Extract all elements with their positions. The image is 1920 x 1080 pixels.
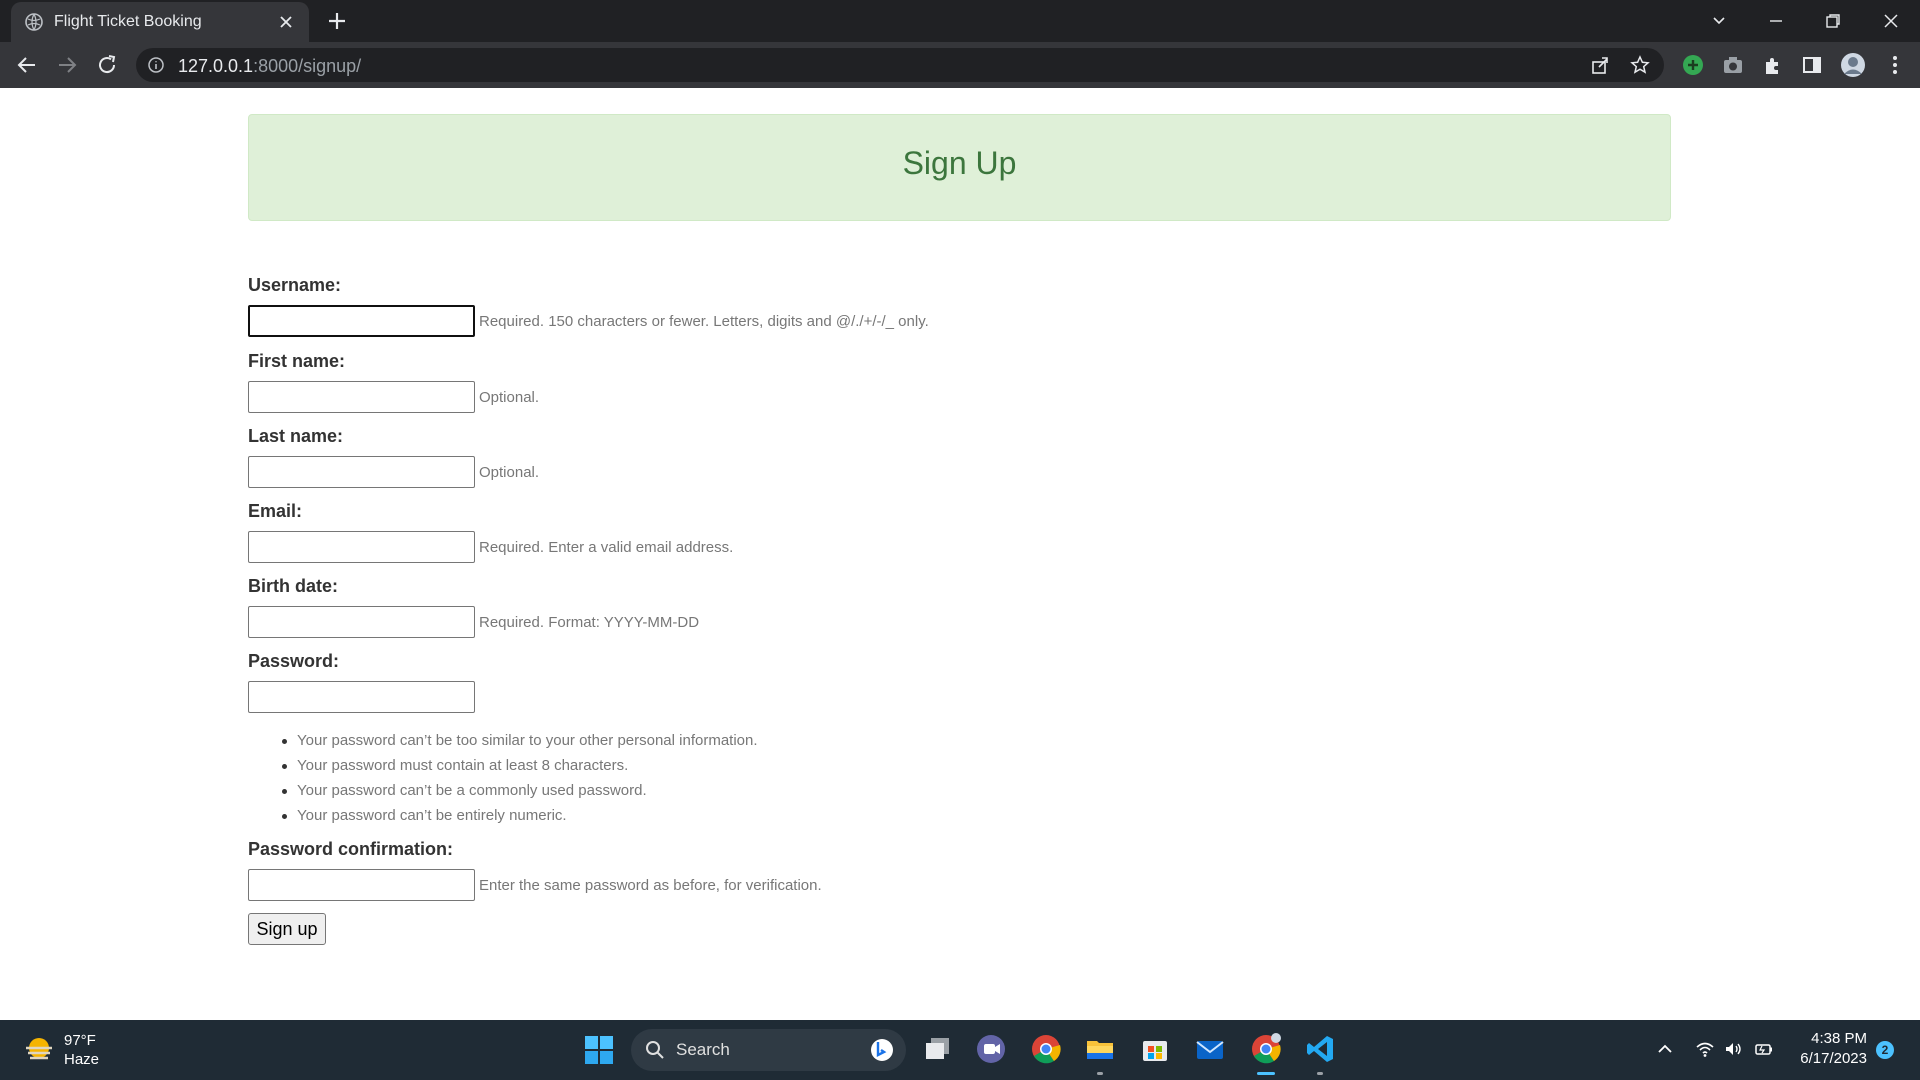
running-indicator — [1097, 1072, 1103, 1075]
password-confirmation-input[interactable] — [248, 869, 475, 901]
first-name-help: Optional. — [479, 389, 540, 406]
close-tab-icon[interactable] — [278, 14, 294, 30]
url-host: 127.0.0.1 — [178, 56, 254, 76]
running-indicator — [1317, 1072, 1323, 1075]
tab-title: Flight Ticket Booking — [54, 13, 202, 30]
site-info-icon[interactable] — [148, 57, 164, 73]
new-tab-icon[interactable] — [326, 10, 348, 32]
password-rule: Your password must contain at least 8 ch… — [272, 753, 758, 778]
close-window-icon[interactable] — [1880, 10, 1902, 32]
clock-date[interactable]: 6/17/2023 — [1795, 1050, 1867, 1067]
volume-icon[interactable] — [1723, 1039, 1743, 1059]
share-icon[interactable] — [1590, 55, 1610, 75]
first-name-input[interactable] — [248, 381, 475, 413]
url-text[interactable]: 127.0.0.1:8000/signup/ — [178, 56, 361, 77]
search-label: Search — [676, 1040, 730, 1059]
minimize-icon[interactable] — [1765, 10, 1787, 32]
password-rules-list: Your password can’t be too similar to yo… — [272, 728, 758, 828]
clock-time[interactable]: 4:38 PM — [1795, 1030, 1867, 1047]
username-label: Username: — [248, 275, 342, 295]
address-bar[interactable]: 127.0.0.1:8000/signup/ — [136, 48, 1664, 82]
browser-toolbar: 127.0.0.1:8000/signup/ — [0, 42, 1920, 88]
taskbar-search[interactable]: Search — [631, 1029, 906, 1071]
active-app-indicator — [1257, 1072, 1275, 1075]
windows-taskbar: 97°F Haze Search 4:38 PM 6/17/2023 2 — [0, 1020, 1920, 1080]
weather-haze-icon[interactable] — [22, 1033, 56, 1067]
windows-start-icon[interactable] — [585, 1036, 613, 1064]
password-confirmation-help: Enter the same password as before, for v… — [479, 877, 822, 894]
camera-icon[interactable] — [1722, 54, 1744, 76]
email-label: Email: — [248, 501, 303, 521]
password-input[interactable] — [248, 681, 475, 713]
last-name-input[interactable] — [248, 456, 475, 488]
extensions-puzzle-icon[interactable] — [1762, 54, 1784, 76]
reload-icon[interactable] — [95, 53, 119, 77]
back-icon[interactable] — [15, 53, 39, 77]
web-page: Sign Up Username: Required. 150 characte… — [0, 88, 1920, 1020]
browser-tab[interactable]: Flight Ticket Booking — [11, 2, 309, 42]
menu-kebab-icon[interactable] — [1884, 54, 1906, 76]
file-explorer-icon[interactable] — [1084, 1033, 1116, 1065]
chevron-up-icon[interactable] — [1655, 1039, 1675, 1059]
username-help: Required. 150 characters or fewer. Lette… — [479, 313, 929, 330]
side-panel-icon[interactable] — [1801, 54, 1823, 76]
extension-green-plus-icon[interactable] — [1682, 54, 1704, 76]
birth-date-help: Required. Format: YYYY-MM-DD — [479, 614, 700, 631]
birth-date-input[interactable] — [248, 606, 475, 638]
teams-chat-icon[interactable] — [975, 1033, 1007, 1065]
birth-date-label: Birth date: — [248, 576, 338, 596]
last-name-help: Optional. — [479, 464, 540, 481]
browser-tab-strip: Flight Ticket Booking — [0, 0, 1920, 42]
search-icon — [646, 1041, 664, 1059]
wifi-icon[interactable] — [1695, 1039, 1715, 1059]
page-title: Sign Up — [902, 145, 1017, 181]
email-help: Required. Enter a valid email address. — [479, 539, 734, 556]
email-input[interactable] — [248, 531, 475, 563]
first-name-label: First name: — [248, 351, 346, 371]
sign-up-button[interactable]: Sign up — [248, 913, 326, 945]
last-name-label: Last name: — [248, 426, 344, 446]
url-path: :8000/signup/ — [253, 56, 362, 76]
mail-icon[interactable] — [1194, 1033, 1226, 1065]
chrome-active-icon[interactable] — [1250, 1033, 1282, 1065]
microsoft-store-icon[interactable] — [1139, 1033, 1171, 1065]
weather-temperature: 97°F — [64, 1032, 96, 1049]
forward-icon[interactable] — [55, 53, 79, 77]
task-view-icon[interactable] — [922, 1033, 954, 1065]
vscode-icon[interactable] — [1304, 1033, 1336, 1065]
username-input[interactable] — [248, 305, 475, 337]
bing-icon[interactable] — [870, 1038, 894, 1062]
password-rule: Your password can’t be a commonly used p… — [272, 778, 758, 803]
password-label: Password: — [248, 651, 340, 671]
restore-icon[interactable] — [1822, 10, 1844, 32]
password-rule: Your password can’t be too similar to yo… — [272, 728, 758, 753]
battery-icon[interactable] — [1754, 1039, 1774, 1059]
profile-avatar-icon[interactable] — [1840, 52, 1866, 78]
chrome-icon[interactable] — [1030, 1033, 1062, 1065]
globe-icon — [25, 13, 43, 31]
tab-search-icon[interactable] — [1708, 10, 1730, 32]
password-confirmation-label: Password confirmation: — [248, 839, 454, 859]
weather-description: Haze — [64, 1051, 100, 1068]
password-rule: Your password can’t be entirely numeric. — [272, 803, 758, 828]
page-header-banner: Sign Up — [248, 114, 1671, 221]
bookmark-star-icon[interactable] — [1630, 55, 1650, 75]
notification-badge[interactable]: 2 — [1876, 1041, 1894, 1059]
